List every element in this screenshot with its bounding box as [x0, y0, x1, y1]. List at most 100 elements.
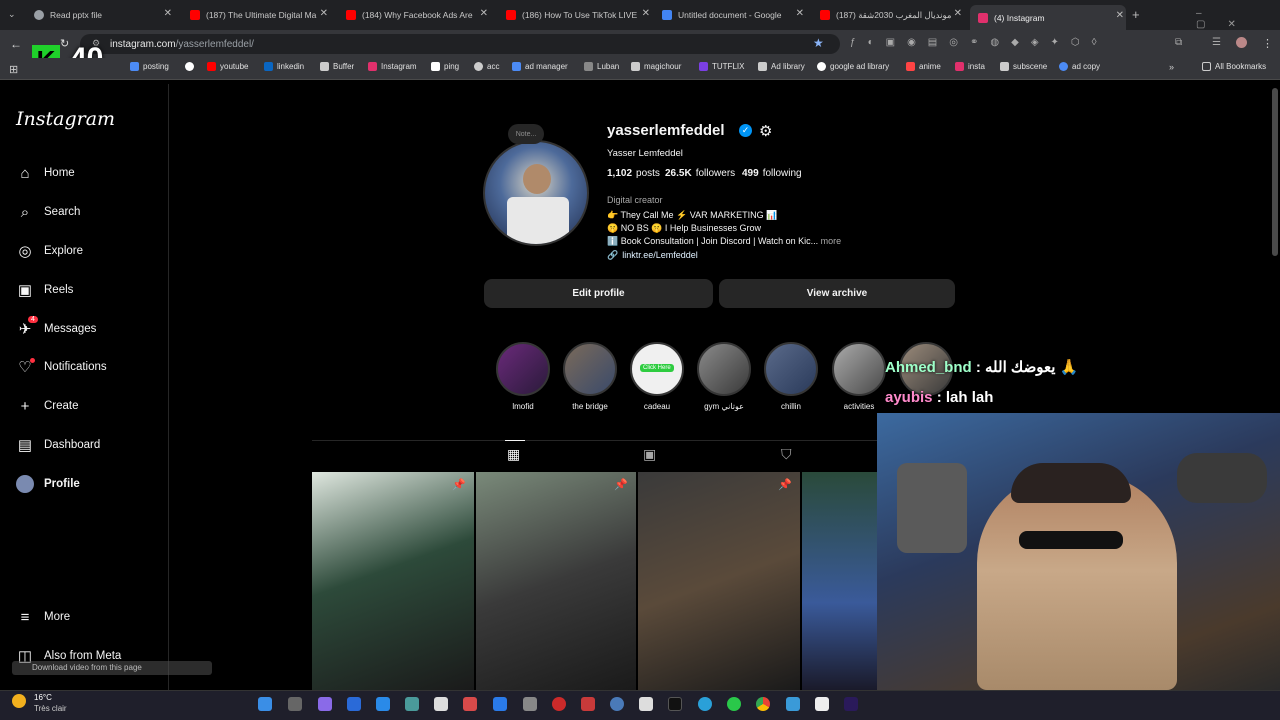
reading-list-icon[interactable]: ☰ — [1212, 37, 1221, 48]
extension-icon[interactable]: ƒ — [850, 37, 856, 51]
nav-profile[interactable]: Profile — [16, 475, 80, 493]
file-explorer-icon[interactable] — [434, 697, 448, 711]
bookmark-magichour[interactable]: magichour — [631, 62, 681, 71]
highlight-lmofid[interactable]: lmofid — [495, 342, 551, 411]
bookmark-anime[interactable]: anime — [906, 62, 941, 71]
nav-explore[interactable]: ◎ Explore — [16, 242, 83, 260]
extension-icon[interactable]: ◊ — [1092, 37, 1097, 51]
reload-icon[interactable]: ↻ — [60, 37, 69, 50]
following-count[interactable]: 499 following — [742, 168, 802, 179]
notion-icon[interactable] — [815, 697, 829, 711]
app-icon[interactable] — [610, 697, 624, 711]
tab-close-icon[interactable]: ✕ — [642, 8, 650, 19]
bookmark-ad-library[interactable]: Ad library — [758, 62, 805, 71]
highlight-gym[interactable]: gym عوتاني — [696, 342, 752, 411]
bookmarks-overflow-icon[interactable]: » — [1169, 62, 1174, 72]
weather-description[interactable]: Très clair — [34, 704, 67, 713]
tab-youtube-2[interactable]: (184) Why Facebook Ads Are ✕ — [346, 5, 490, 25]
premiere-icon[interactable] — [844, 697, 858, 711]
nav-reels[interactable]: ▣ Reels — [16, 281, 74, 299]
highlight-chillin[interactable]: chillin — [763, 342, 819, 411]
back-icon[interactable]: ← — [10, 37, 22, 51]
extension-icon[interactable]: ▣ — [886, 37, 895, 51]
nav-search[interactable]: ⌕ Search — [16, 203, 81, 221]
app-icon[interactable] — [639, 697, 653, 711]
tab-google-doc[interactable]: Untitled document - Google ✕ — [662, 5, 806, 25]
bookmark-google[interactable] — [185, 62, 198, 71]
whatsapp-icon[interactable] — [727, 697, 741, 711]
profile-avatar[interactable] — [1236, 37, 1247, 48]
bio-more-link[interactable]: more — [821, 236, 842, 246]
post-thumbnail[interactable]: 📌 — [638, 472, 800, 690]
nav-create[interactable]: + Create — [16, 397, 79, 415]
bookmark-tutflix[interactable]: TUTFLIX — [699, 62, 744, 71]
opera-icon[interactable] — [552, 697, 566, 711]
tab-close-icon[interactable]: ✕ — [954, 8, 962, 19]
settings-gear-icon[interactable]: ⚙ — [759, 122, 772, 140]
extension-icon[interactable]: ◐ — [868, 37, 874, 51]
bookmark-luban[interactable]: Luban — [584, 62, 619, 71]
outlook-icon[interactable] — [493, 697, 507, 711]
weather-temperature[interactable]: 16°C — [34, 693, 52, 702]
highlight-cadeau[interactable]: Click Here cadeau — [629, 342, 685, 411]
copilot-icon[interactable] — [318, 697, 332, 711]
bio-link[interactable]: 🔗 linktr.ee/Lemfeddel — [607, 250, 698, 261]
tab-close-icon[interactable]: ✕ — [1116, 10, 1124, 21]
instagram-logo[interactable]: Instagram — [16, 108, 115, 130]
extension-icon[interactable]: ◉ — [907, 37, 916, 51]
app-icon[interactable] — [786, 697, 800, 711]
extension-icon[interactable]: ✦ — [1051, 37, 1059, 51]
bookmark-instagram[interactable]: Instagram — [368, 62, 417, 71]
tab-close-icon[interactable]: ✕ — [796, 8, 804, 19]
bookmark-insta[interactable]: insta — [955, 62, 985, 71]
menu-kebab-icon[interactable]: ⋮ — [1262, 37, 1273, 50]
download-video-hint[interactable]: Download video from this page — [12, 661, 212, 675]
bookmark-acc[interactable]: acc — [474, 62, 499, 71]
tab-saved-bookmark-icon[interactable]: ⛉ — [781, 446, 792, 463]
bookmark-youtube[interactable]: youtube — [207, 62, 248, 71]
tab-close-icon[interactable]: ✕ — [320, 8, 328, 19]
tab-instagram[interactable]: (4) Instagram ✕ — [970, 5, 1126, 30]
tab-read-pptx[interactable]: Read pptx file ✕ — [34, 5, 174, 25]
note-bubble[interactable]: Note... — [508, 124, 544, 144]
post-thumbnail[interactable]: 📌 — [312, 472, 474, 690]
tab-close-icon[interactable]: ✕ — [164, 8, 172, 19]
extension-icon[interactable]: ◆ — [1011, 37, 1019, 51]
view-archive-button[interactable]: View archive — [719, 279, 955, 308]
tab-search-icon[interactable]: ⌄ — [8, 9, 16, 20]
extensions-puzzle-icon[interactable]: ⧉ — [1175, 37, 1182, 48]
bookmark-posting[interactable]: posting — [130, 62, 169, 71]
bookmark-linkedin[interactable]: linkedin — [264, 62, 304, 71]
window-controls[interactable]: –▢✕ — [1196, 8, 1280, 30]
app-icon[interactable] — [376, 697, 390, 711]
nav-home[interactable]: ⌂ Home — [16, 164, 74, 182]
bookmark-ad-manager[interactable]: ad manager — [512, 62, 568, 71]
new-tab-icon[interactable]: + — [1132, 7, 1140, 22]
bookmark-buffer[interactable]: Buffer — [320, 62, 354, 71]
address-bar[interactable]: ⚙ instagram.com/yasserlemfeddel/ — [80, 34, 840, 54]
tab-reels-icon[interactable]: ▣ — [643, 446, 656, 463]
highlight-the-bridge[interactable]: the bridge — [562, 342, 618, 411]
highlight-activities[interactable]: activities — [831, 342, 887, 411]
nav-notifications[interactable]: ♡ Notifications — [16, 358, 107, 376]
extension-icon[interactable]: ◍ — [990, 37, 999, 51]
post-thumbnail[interactable]: 📌 — [476, 472, 636, 690]
tab-close-icon[interactable]: ✕ — [480, 8, 488, 19]
extension-icon[interactable]: ▤ — [928, 37, 937, 51]
followers-count[interactable]: 26.5K followers — [665, 168, 735, 179]
settings-icon[interactable] — [523, 697, 537, 711]
tiktok-icon[interactable] — [668, 697, 682, 711]
bookmark-subscene[interactable]: subscene — [1000, 62, 1047, 71]
extension-icon[interactable]: ◈ — [1031, 37, 1039, 51]
page-scrollbar[interactable] — [1272, 88, 1278, 256]
all-bookmarks[interactable]: All Bookmarks — [1202, 62, 1266, 71]
bookmark-ping[interactable]: ping — [431, 62, 459, 71]
app-icon[interactable] — [405, 697, 419, 711]
extension-icon[interactable]: ◎ — [949, 37, 958, 51]
app-icon[interactable] — [347, 697, 361, 711]
bookmark-star-icon[interactable]: ★ — [813, 36, 824, 50]
chrome-icon[interactable] — [756, 697, 770, 711]
extension-icon[interactable]: ⚭ — [970, 37, 978, 51]
tab-youtube-4[interactable]: (187) مونديال المغرب 2030شقة ✕ — [820, 5, 964, 25]
tab-posts-grid-icon[interactable]: ▦ — [507, 446, 520, 463]
